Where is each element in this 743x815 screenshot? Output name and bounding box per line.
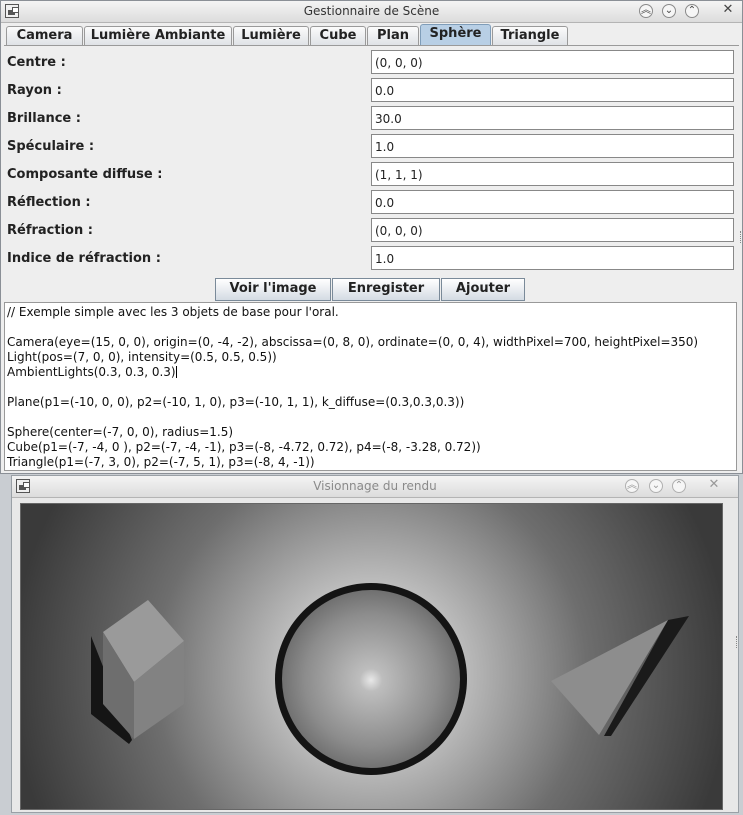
shade-icon[interactable]: ︽ <box>639 4 653 18</box>
resize-grip[interactable] <box>736 636 740 648</box>
reflection-input[interactable]: 0.0 <box>371 190 734 214</box>
refraction-index-input[interactable]: 1.0 <box>371 246 734 270</box>
close-icon[interactable]: ✕ <box>721 3 735 18</box>
specular-label: Spéculaire : <box>7 139 95 154</box>
add-button[interactable]: Ajouter <box>441 278 525 301</box>
shininess-input[interactable]: 30.0 <box>371 106 734 130</box>
scene-manager-window: Gestionnaire de Scène ︽ ⌄ ⌃ ✕ Camera Lum… <box>0 0 743 474</box>
refraction-label: Réfraction : <box>7 223 93 238</box>
tab-triangle[interactable]: Triangle <box>492 26 568 45</box>
minimize-icon[interactable]: ⌄ <box>662 4 676 18</box>
field-row: Centre : (0, 0, 0) <box>4 48 739 76</box>
refraction-index-label: Indice de réfraction : <box>7 251 161 266</box>
script-line: Sphere(center=(-7, 0, 0), radius=1.5) <box>7 425 234 439</box>
text-cursor <box>175 366 177 378</box>
script-line <box>7 410 736 425</box>
maximize-icon[interactable]: ⌃ <box>672 479 686 493</box>
radius-label: Rayon : <box>7 83 62 98</box>
specular-input[interactable]: 1.0 <box>371 134 734 158</box>
center-input[interactable]: (0, 0, 0) <box>371 50 734 74</box>
tab-camera[interactable]: Camera <box>6 26 83 45</box>
scene-manager-titlebar[interactable]: Gestionnaire de Scène ︽ ⌄ ⌃ ✕ <box>1 1 742 23</box>
script-line: Light(pos=(7, 0, 0), intensity=(0.5, 0.5… <box>7 350 277 364</box>
radius-input[interactable]: 0.0 <box>371 78 734 102</box>
script-line <box>7 380 736 395</box>
close-icon[interactable]: ✕ <box>707 478 721 493</box>
shade-icon[interactable]: ︽ <box>625 479 639 493</box>
script-line: // Exemple simple avec les 3 objets de b… <box>7 305 339 319</box>
reflection-label: Réflection : <box>7 195 91 210</box>
field-row: Réfraction : (0, 0, 0) <box>4 216 739 244</box>
sphere <box>282 590 460 768</box>
center-label: Centre : <box>7 55 66 70</box>
tab-ambient-light[interactable]: Lumière Ambiante <box>84 26 232 45</box>
shininess-label: Brillance : <box>7 111 81 126</box>
script-line: Triangle(p1=(-7, 3, 0), p2=(-7, 5, 1), p… <box>7 455 315 469</box>
field-row: Indice de réfraction : 1.0 <box>4 244 739 272</box>
render-viewer-window: Visionnage du rendu ︽ ⌄ ⌃ ✕ <box>11 475 739 813</box>
field-row: Composante diffuse : (1, 1, 1) <box>4 160 739 188</box>
rendered-image <box>21 504 722 809</box>
save-button[interactable]: Enregister <box>332 278 440 301</box>
script-line: Plane(p1=(-10, 0, 0), p2=(-10, 1, 0), p3… <box>7 395 465 409</box>
field-row: Rayon : 0.0 <box>4 76 739 104</box>
field-row: Spéculaire : 1.0 <box>4 132 739 160</box>
render-canvas <box>20 503 723 810</box>
script-line: Camera(eye=(15, 0, 0), origin=(0, -4, -2… <box>7 335 699 349</box>
field-row: Réflection : 0.0 <box>4 188 739 216</box>
tab-cube[interactable]: Cube <box>310 26 366 45</box>
script-line: Cube(p1=(-7, -4, 0 ), p2=(-7, -4, -1), p… <box>7 440 481 454</box>
sphere-properties-panel: Centre : (0, 0, 0) Rayon : 0.0 Brillance… <box>4 45 739 275</box>
script-line: AmbientLights(0.3, 0.3, 0.3) <box>7 365 736 380</box>
diffuse-label: Composante diffuse : <box>7 167 163 182</box>
minimize-icon[interactable]: ⌄ <box>649 479 663 493</box>
tab-plane[interactable]: Plan <box>367 26 419 45</box>
script-line-text: AmbientLights(0.3, 0.3, 0.3) <box>7 365 176 379</box>
tab-light[interactable]: Lumière <box>233 26 309 45</box>
render-viewer-titlebar[interactable]: Visionnage du rendu ︽ ⌄ ⌃ ✕ <box>12 476 738 498</box>
diffuse-input[interactable]: (1, 1, 1) <box>371 162 734 186</box>
view-image-button[interactable]: Voir l'image <box>215 278 331 301</box>
refraction-input[interactable]: (0, 0, 0) <box>371 218 734 242</box>
window-title: Gestionnaire de Scène <box>303 4 440 18</box>
field-row: Brillance : 30.0 <box>4 104 739 132</box>
script-line <box>7 320 736 335</box>
maximize-icon[interactable]: ⌃ <box>685 4 699 18</box>
scene-script-editor[interactable]: // Exemple simple avec les 3 objets de b… <box>4 302 737 471</box>
tab-sphere[interactable]: Sphère <box>420 24 491 46</box>
